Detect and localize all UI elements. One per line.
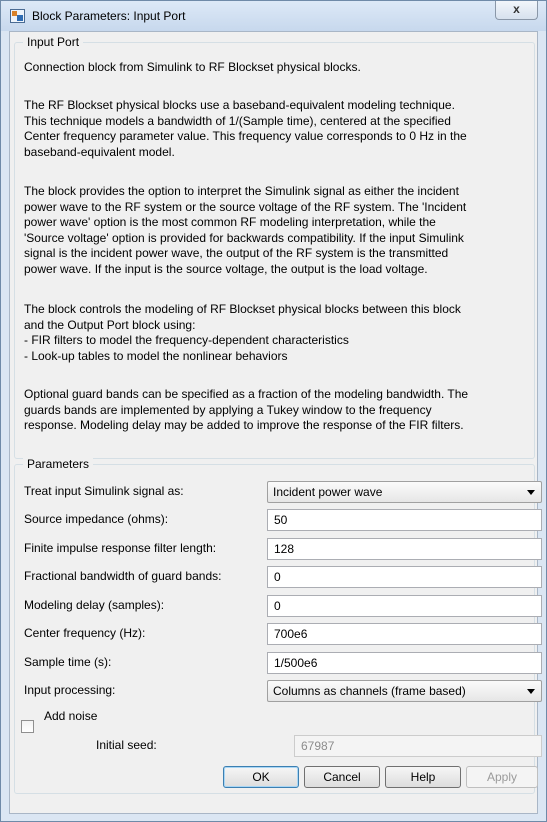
dialog-window: Block Parameters: Input Port x Input Por…	[0, 0, 547, 822]
description-paragraph: The block provides the option to interpr…	[24, 184, 467, 276]
initial-seed-field[interactable]: 67987	[294, 735, 542, 757]
fir-length-label: Finite impulse response filter length:	[24, 541, 217, 555]
input-processing-dropdown[interactable]: Columns as channels (frame based)	[267, 680, 542, 702]
source-impedance-label: Source impedance (ohms):	[24, 512, 169, 526]
add-noise-checkbox[interactable]	[21, 720, 34, 733]
apply-button[interactable]: Apply	[466, 766, 538, 788]
chevron-down-icon	[527, 490, 535, 495]
dialog-body: Input Port Connection block from Simulin…	[9, 31, 542, 814]
description-paragraph: The RF Blockset physical blocks use a ba…	[24, 98, 467, 159]
title-bar[interactable]: Block Parameters: Input Port x	[1, 1, 546, 31]
modeling-delay-field[interactable]: 0	[267, 595, 542, 617]
fir-length-field[interactable]: 128	[267, 538, 542, 560]
close-button[interactable]: x	[495, 1, 538, 20]
sample-time-field[interactable]: 1/500e6	[267, 652, 542, 674]
description-group-legend: Input Port	[23, 35, 84, 49]
parameters-group-legend: Parameters	[23, 457, 94, 471]
parameters-group: Parameters Treat input Simulink signal a…	[14, 457, 542, 794]
chevron-down-icon	[527, 689, 535, 694]
source-impedance-field[interactable]: 50	[267, 509, 542, 531]
ok-button[interactable]: OK	[223, 766, 299, 788]
treat-input-dropdown[interactable]: Incident power wave	[267, 481, 542, 503]
input-processing-selected: Columns as channels (frame based)	[273, 684, 466, 698]
window-title: Block Parameters: Input Port	[32, 9, 186, 23]
simulink-app-icon	[10, 9, 25, 23]
treat-input-label: Treat input Simulink signal as:	[24, 484, 184, 498]
modeling-delay-label: Modeling delay (samples):	[24, 598, 165, 612]
description-group: Input Port Connection block from Simulin…	[14, 35, 535, 459]
cancel-button[interactable]: Cancel	[304, 766, 380, 788]
description-paragraph: Connection block from Simulink to RF Blo…	[24, 60, 361, 74]
guard-bandwidth-field[interactable]: 0	[267, 566, 542, 588]
treat-input-selected: Incident power wave	[273, 485, 383, 499]
guard-bandwidth-label: Fractional bandwidth of guard bands:	[24, 569, 222, 583]
center-frequency-field[interactable]: 700e6	[267, 623, 542, 645]
input-processing-label: Input processing:	[24, 683, 116, 697]
initial-seed-label: Initial seed:	[96, 738, 157, 752]
add-noise-label[interactable]: Add noise	[44, 709, 97, 723]
center-frequency-label: Center frequency (Hz):	[24, 626, 146, 640]
description-paragraph: Optional guard bands can be specified as…	[24, 387, 469, 432]
description-paragraph: The block controls the modeling of RF Bl…	[24, 302, 461, 363]
help-button[interactable]: Help	[385, 766, 461, 788]
sample-time-label: Sample time (s):	[24, 655, 112, 669]
